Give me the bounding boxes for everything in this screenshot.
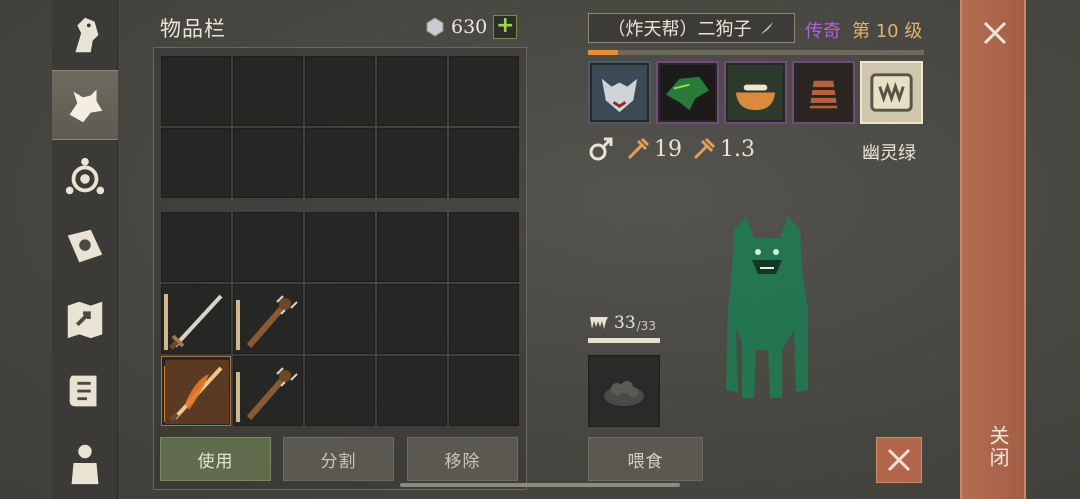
hunger-bar — [588, 338, 660, 343]
close-icon[interactable] — [982, 20, 1008, 46]
skill-slot-2[interactable] — [656, 61, 719, 124]
speed-value: 1.3 — [720, 136, 755, 162]
pet-level: 第 10 级 — [852, 21, 923, 42]
inventory-slot-spiked-club[interactable] — [233, 356, 303, 426]
sidebar — [52, 0, 118, 499]
club-icon — [246, 295, 298, 348]
close-panel[interactable]: 关闭 — [960, 0, 1026, 499]
horse-icon — [75, 17, 99, 53]
fang-icon — [590, 317, 608, 329]
hunger-max: /33 — [636, 318, 656, 333]
remove-button[interactable]: 移除 — [407, 437, 518, 481]
tab-map[interactable] — [52, 284, 118, 354]
inventory-slot[interactable] — [305, 212, 375, 282]
inventory-slot[interactable] — [377, 128, 447, 198]
silver-gem-icon — [426, 17, 444, 37]
xp-bar — [588, 50, 924, 55]
wolf-icon — [69, 89, 103, 123]
inventory-slot[interactable] — [449, 356, 519, 426]
inventory-slot[interactable] — [377, 212, 447, 282]
release-pet-button[interactable] — [876, 437, 922, 483]
inventory-slot[interactable] — [161, 212, 231, 282]
inventory-slot[interactable] — [449, 128, 519, 198]
inventory-slot-flame-sword[interactable] — [161, 356, 231, 426]
inventory-title: 物品栏 — [160, 17, 226, 41]
x-icon — [887, 448, 911, 472]
inventory-slot[interactable] — [161, 128, 231, 198]
inventory-slot[interactable] — [449, 212, 519, 282]
map-icon — [67, 301, 103, 339]
inventory-slot[interactable] — [233, 128, 303, 198]
pet-color-name: 幽灵绿 — [862, 143, 916, 164]
skill-slot-5[interactable] — [860, 61, 923, 124]
pet-stats: 19 1.3 — [588, 136, 755, 162]
tab-gear-orb[interactable] — [52, 142, 118, 212]
fang-card-icon — [870, 73, 913, 112]
character-icon — [71, 444, 99, 485]
rename-feather-icon[interactable] — [758, 19, 776, 37]
skill-list — [588, 61, 923, 124]
pet-rarity: 传奇 — [805, 21, 841, 42]
orb-icon — [65, 157, 105, 195]
food-bowl-icon — [604, 381, 644, 406]
inventory-slot[interactable] — [305, 356, 375, 426]
inventory-slot[interactable] — [377, 56, 447, 126]
sun-book-icon — [67, 229, 103, 263]
inventory-grid-bottom — [161, 212, 519, 426]
inventory-slot[interactable] — [233, 212, 303, 282]
tab-scroll[interactable] — [52, 356, 118, 426]
scroll-icon — [69, 375, 97, 407]
xp-fill — [588, 50, 619, 55]
inventory-slot-sword[interactable] — [161, 284, 231, 354]
flame-sword-icon — [165, 360, 229, 424]
skill-slot-3[interactable] — [724, 61, 787, 124]
bowl-bone-icon — [728, 65, 783, 120]
inventory-slot[interactable] — [377, 356, 447, 426]
use-button[interactable]: 使用 — [160, 437, 271, 481]
tab-horse[interactable] — [52, 0, 118, 70]
close-label[interactable]: 关闭 — [984, 425, 1013, 469]
inventory-slot[interactable] — [233, 56, 303, 126]
sword-icon — [169, 294, 223, 350]
skill-slot-1[interactable] — [588, 61, 651, 124]
inventory-slot[interactable] — [305, 128, 375, 198]
wolf-head-icon — [592, 65, 647, 120]
inventory-slot[interactable] — [161, 56, 231, 126]
hunger-display: 33 /33 — [588, 313, 656, 333]
attack-value: 19 — [654, 136, 682, 162]
split-button[interactable]: 分割 — [283, 437, 394, 481]
inventory-grid-top — [161, 56, 519, 198]
inventory-slot[interactable] — [305, 56, 375, 126]
inventory-slot[interactable] — [305, 284, 375, 354]
tab-character[interactable] — [52, 428, 118, 498]
male-icon — [589, 137, 613, 161]
attack-icon — [627, 137, 650, 160]
tab-book[interactable] — [52, 212, 118, 282]
green-dragon-icon — [660, 65, 715, 120]
inventory-slot-spiked-club[interactable] — [233, 284, 303, 354]
tab-wolf[interactable] — [52, 70, 118, 140]
hunger-value: 33 — [614, 313, 636, 333]
club-icon — [246, 367, 298, 420]
feed-button[interactable]: 喂食 — [588, 437, 703, 481]
currency: 630 + — [425, 14, 518, 40]
inventory-slot[interactable] — [449, 56, 519, 126]
scroll-indicator — [400, 483, 680, 487]
pet-name-box[interactable]: （炸天帮）二狗子 — [588, 13, 795, 43]
inventory-slot[interactable] — [449, 284, 519, 354]
striped-bell-icon — [796, 65, 851, 120]
pet-wolf-model[interactable] — [712, 210, 822, 405]
add-currency-button[interactable]: + — [493, 15, 518, 39]
pet-name: （炸天帮）二狗子 — [607, 19, 752, 40]
currency-value: 630 — [451, 16, 488, 38]
inventory-slot[interactable] — [377, 284, 447, 354]
speed-icon — [693, 137, 716, 160]
skill-slot-4[interactable] — [792, 61, 855, 124]
food-slot[interactable] — [588, 355, 660, 427]
